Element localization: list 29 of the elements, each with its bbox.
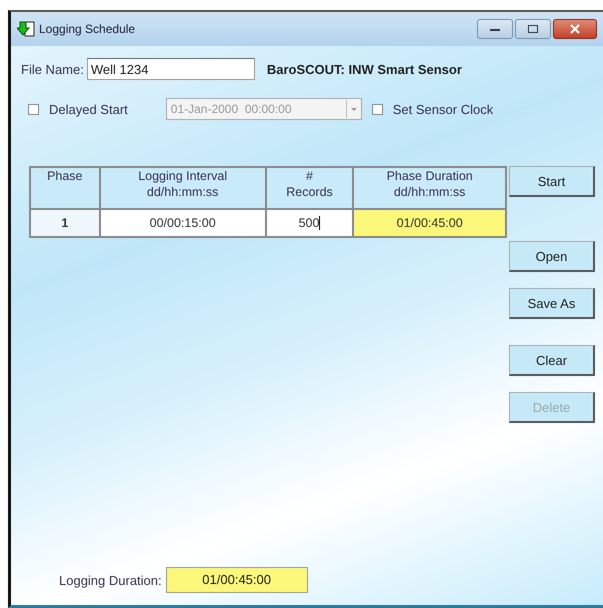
delayed-start-checkbox[interactable]	[28, 104, 39, 114]
delayed-start-label: Delayed Start	[49, 102, 128, 116]
logging-duration-label: Logging Duration:	[59, 572, 162, 588]
interval-cell[interactable]: 00/00:15:00	[100, 209, 266, 237]
maximize-icon	[527, 24, 539, 34]
logging-duration-field: 01/00:45:00	[166, 567, 308, 593]
action-button[interactable]: Open	[509, 241, 595, 272]
file-name-field[interactable]: Well 1234	[86, 58, 255, 80]
column-header: # Records	[266, 167, 354, 209]
file-name-label: File Name:	[21, 62, 84, 76]
column-header: Phase	[30, 167, 100, 209]
records-cell[interactable]: 500	[266, 209, 354, 237]
window-title: Logging Schedule	[39, 22, 136, 36]
set-sensor-clock-label: Set Sensor Clock	[392, 102, 494, 116]
duration-cell: 01/00:45:00	[353, 209, 506, 237]
close-button[interactable]	[553, 19, 597, 39]
action-button[interactable]: Start	[509, 166, 595, 197]
action-button[interactable]: Save As	[509, 288, 595, 319]
minimize-button[interactable]	[477, 19, 513, 39]
device-label: BaroSCOUT: INW Smart Sensor	[266, 62, 462, 76]
column-header: Logging Interval dd/hh:mm:ss	[100, 167, 266, 209]
set-sensor-clock-checkbox[interactable]	[372, 104, 383, 114]
action-button[interactable]: Clear	[509, 345, 595, 376]
maximize-button[interactable]	[515, 19, 551, 39]
minimize-icon	[489, 26, 501, 32]
column-header: Phase Duration dd/hh:mm:ss	[353, 167, 506, 209]
app-icon	[17, 20, 35, 38]
close-icon	[569, 24, 581, 34]
phase-cell: 1	[30, 209, 100, 237]
